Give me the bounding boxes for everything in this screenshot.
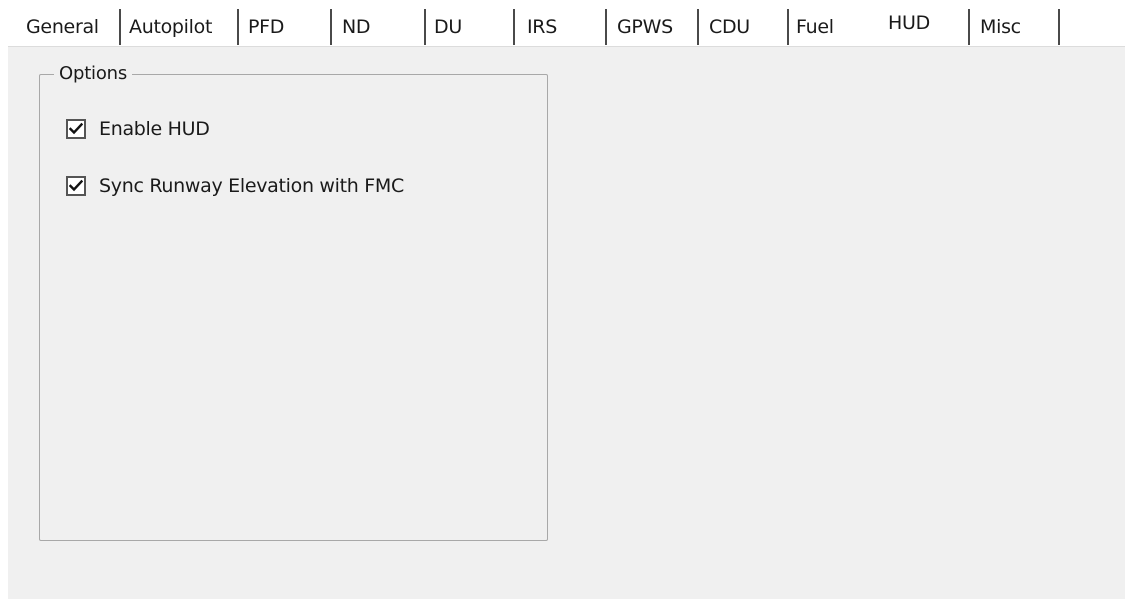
sync-runway-elevation-label: Sync Runway Elevation with FMC [99, 175, 404, 197]
tab-nd[interactable]: ND [342, 12, 371, 42]
options-group-title: Options [54, 62, 133, 86]
options-groupbox [39, 74, 548, 541]
tab-irs[interactable]: IRS [527, 12, 557, 42]
enable-hud-checkbox[interactable]: Enable HUD [66, 116, 210, 142]
checkbox-box[interactable] [66, 176, 86, 196]
tab-content-panel: Options Enable HUD Sync Runway Elevation… [8, 46, 1125, 599]
tab-separator [1058, 9, 1060, 45]
tab-separator [237, 9, 239, 45]
tab-general[interactable]: General [26, 12, 99, 42]
tab-separator [697, 9, 699, 45]
tab-du[interactable]: DU [434, 12, 462, 42]
tab-pfd[interactable]: PFD [248, 12, 284, 42]
tab-hud[interactable]: HUD [888, 8, 930, 38]
tab-strip: General Autopilot PFD ND DU IRS GPWS CDU… [0, 0, 1125, 46]
tab-separator [330, 9, 332, 45]
checkbox-box[interactable] [66, 119, 86, 139]
tab-gpws[interactable]: GPWS [617, 12, 673, 42]
tab-separator [968, 9, 970, 45]
tab-cdu[interactable]: CDU [709, 12, 750, 42]
tab-separator [424, 9, 426, 45]
tab-separator [787, 9, 789, 45]
settings-window: General Autopilot PFD ND DU IRS GPWS CDU… [0, 0, 1125, 599]
tab-autopilot[interactable]: Autopilot [129, 12, 212, 42]
tab-fuel[interactable]: Fuel [796, 12, 834, 42]
checkmark-icon [69, 179, 83, 192]
checkmark-icon [69, 122, 83, 135]
sync-runway-elevation-checkbox[interactable]: Sync Runway Elevation with FMC [66, 173, 404, 199]
tab-separator [605, 9, 607, 45]
enable-hud-label: Enable HUD [99, 118, 210, 140]
tab-misc[interactable]: Misc [980, 12, 1021, 42]
tab-separator [119, 9, 121, 45]
tab-separator [513, 9, 515, 45]
